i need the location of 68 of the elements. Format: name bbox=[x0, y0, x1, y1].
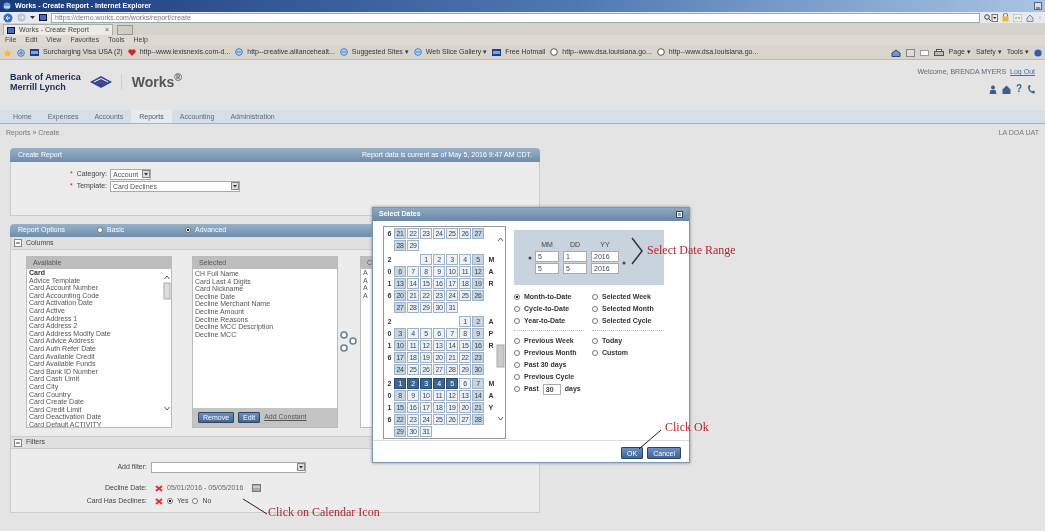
lock-icon[interactable] bbox=[1002, 13, 1009, 22]
home-icon[interactable] bbox=[890, 48, 901, 57]
dropdown-arrow-icon[interactable] bbox=[30, 15, 35, 20]
leader-line bbox=[638, 429, 662, 450]
globe-icon bbox=[550, 48, 559, 57]
radio-button[interactable] bbox=[185, 227, 192, 234]
page-icon bbox=[492, 49, 502, 56]
mail-icon[interactable] bbox=[919, 48, 929, 57]
annotation-text: Click on Calendar Icon bbox=[268, 505, 380, 519]
leader-line bbox=[242, 498, 268, 515]
home-icon[interactable] bbox=[1026, 13, 1034, 22]
radio-button[interactable] bbox=[592, 294, 598, 300]
add-filter-dropdown[interactable] bbox=[151, 461, 306, 473]
heart-icon bbox=[127, 49, 136, 56]
product-name: Works$^{®}$ bbox=[120, 73, 182, 91]
globe-icon bbox=[656, 48, 665, 57]
web-page-icon bbox=[339, 48, 348, 57]
calendar-icon[interactable] bbox=[252, 484, 262, 492]
radio-button[interactable] bbox=[167, 498, 173, 504]
annotation-text: Select Date Range bbox=[647, 243, 736, 257]
radio-button[interactable] bbox=[514, 338, 520, 344]
maximize-icon[interactable] bbox=[676, 211, 683, 218]
add-favorite-icon[interactable] bbox=[17, 48, 25, 57]
phone-icon[interactable] bbox=[1027, 84, 1035, 94]
dropdown-arrow-icon bbox=[231, 182, 239, 190]
feed-icon[interactable] bbox=[905, 48, 915, 57]
page-icon bbox=[30, 49, 39, 56]
forward-arrow-icon[interactable] bbox=[17, 13, 26, 22]
home-icon[interactable] bbox=[1001, 84, 1011, 94]
help-button[interactable]: ? bbox=[1015, 84, 1022, 95]
flag-logo-icon bbox=[88, 75, 113, 89]
logo-text: Bank of America bbox=[10, 72, 81, 82]
radio-button[interactable] bbox=[192, 498, 199, 504]
collapse-icon[interactable] bbox=[14, 438, 22, 447]
collapse-icon[interactable] bbox=[14, 239, 22, 247]
search-icon[interactable] bbox=[984, 13, 998, 22]
radio-button[interactable] bbox=[514, 386, 520, 392]
remove-filter-icon[interactable] bbox=[155, 484, 163, 492]
site-icon bbox=[39, 14, 47, 21]
radio-button[interactable] bbox=[592, 350, 598, 356]
dropdown-arrow-icon bbox=[297, 463, 305, 471]
dropdown-arrow-icon bbox=[142, 170, 151, 178]
radio-button[interactable] bbox=[592, 318, 598, 324]
remove-filter-icon[interactable] bbox=[155, 497, 163, 505]
logo-text: Merrill Lynch bbox=[10, 82, 67, 92]
web-page-icon bbox=[413, 48, 422, 57]
radio-button[interactable] bbox=[97, 227, 104, 234]
new-tab-icon[interactable] bbox=[117, 25, 133, 35]
chevron-drawing bbox=[630, 236, 644, 266]
radio-button[interactable] bbox=[592, 306, 598, 312]
radio-button[interactable] bbox=[514, 294, 520, 300]
web-page-icon bbox=[235, 48, 244, 57]
radio-button[interactable] bbox=[514, 350, 520, 356]
print-icon[interactable] bbox=[933, 48, 944, 57]
radio-button[interactable] bbox=[514, 362, 520, 368]
radio-button[interactable] bbox=[514, 374, 520, 380]
minimize-icon[interactable] bbox=[1034, 2, 1042, 10]
browser-logo-icon bbox=[3, 2, 11, 10]
next-icon[interactable] bbox=[622, 260, 626, 265]
radio-button[interactable] bbox=[592, 338, 598, 344]
favorites-star-icon[interactable] bbox=[3, 48, 12, 57]
person-icon[interactable] bbox=[988, 84, 997, 94]
back-arrow-icon[interactable] bbox=[3, 12, 13, 23]
help-icon[interactable] bbox=[1034, 48, 1042, 57]
radio-button[interactable] bbox=[514, 318, 520, 324]
site-icon bbox=[7, 26, 15, 34]
previous-icon[interactable] bbox=[528, 255, 532, 260]
radio-button[interactable] bbox=[514, 306, 520, 312]
